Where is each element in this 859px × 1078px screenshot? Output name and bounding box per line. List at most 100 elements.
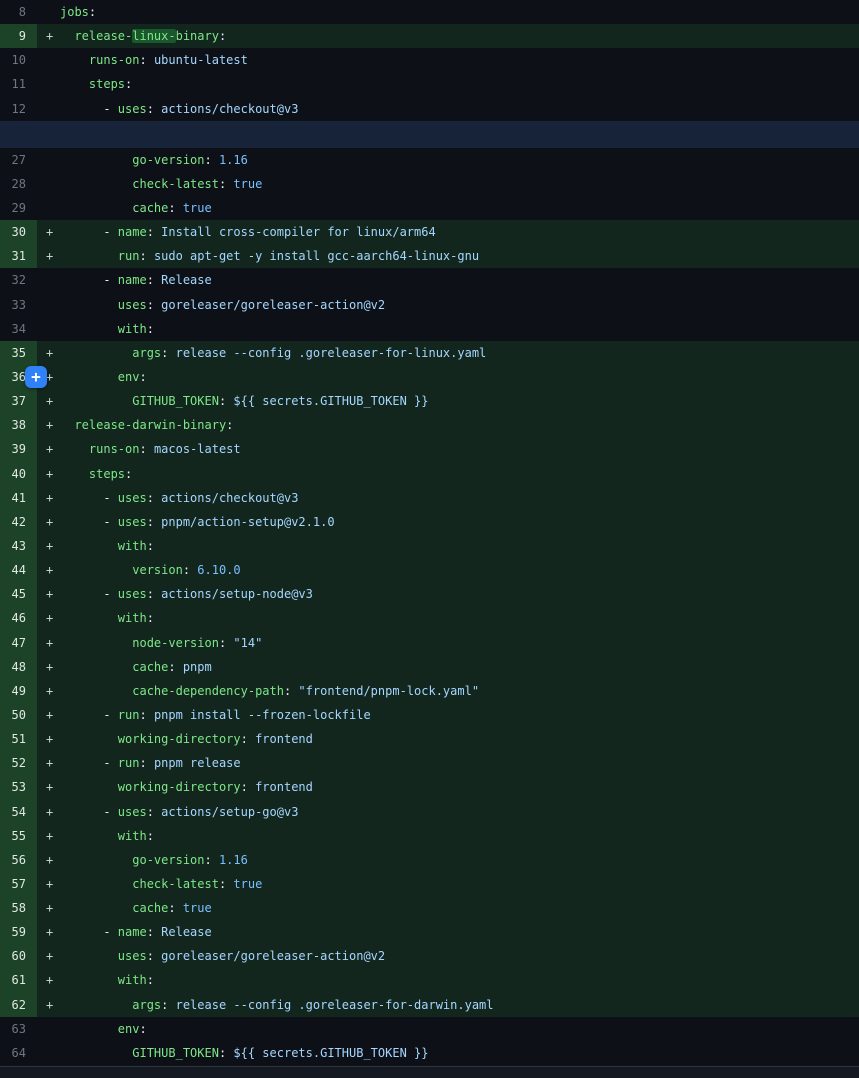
diff-line-row: 38 + release-darwin-binary:	[0, 413, 859, 437]
diff-marker	[37, 268, 60, 292]
diff-marker: +	[37, 727, 60, 751]
line-number[interactable]: 32	[0, 268, 37, 292]
code-segment: :	[147, 273, 161, 287]
diff-marker: +	[37, 582, 60, 606]
code-segment: actions/setup-go@v3	[161, 805, 298, 819]
line-number[interactable]: 27	[0, 148, 37, 172]
line-number[interactable]: 11	[0, 72, 37, 96]
line-number[interactable]: 62	[0, 993, 37, 1017]
line-number[interactable]: 51	[0, 727, 37, 751]
code-line: runs-on: ubuntu-latest	[60, 48, 859, 72]
diff-marker: +	[37, 462, 60, 486]
diff-marker	[37, 293, 60, 317]
diff-marker	[37, 1041, 60, 1065]
code-segment: :	[241, 732, 255, 746]
line-number[interactable]: 12	[0, 97, 37, 121]
code-segment: pnpm	[183, 660, 212, 674]
code-line: cache: true	[60, 896, 859, 920]
diff-marker: +	[37, 920, 60, 944]
diff-marker	[37, 72, 60, 96]
line-number[interactable]: 34	[0, 317, 37, 341]
code-segment: jobs	[60, 5, 89, 19]
code-segment: node-version	[132, 636, 219, 650]
line-number[interactable]: 59	[0, 920, 37, 944]
line-number[interactable]: 53	[0, 775, 37, 799]
code-line: node-version: "14"	[60, 631, 859, 655]
code-segment: uses	[118, 102, 147, 116]
diff-line-row: 30 + - name: Install cross-compiler for …	[0, 220, 859, 244]
line-number[interactable]: 47	[0, 631, 37, 655]
code-segment: :	[147, 805, 161, 819]
code-segment: 1.16	[219, 153, 248, 167]
code-line: steps:	[60, 462, 859, 486]
code-segment: true	[183, 901, 212, 915]
line-number[interactable]: 61	[0, 968, 37, 992]
line-number[interactable]: 30	[0, 220, 37, 244]
code-segment: run	[118, 708, 140, 722]
code-segment: -	[60, 225, 118, 239]
line-number[interactable]: 44	[0, 558, 37, 582]
code-line: - name: Release	[60, 268, 859, 292]
code-segment: :	[147, 587, 161, 601]
line-number[interactable]: 28	[0, 172, 37, 196]
code-segment: :	[125, 77, 132, 91]
line-number[interactable]: 40	[0, 462, 37, 486]
code-segment: actions/setup-node@v3	[161, 587, 313, 601]
code-segment: -	[60, 756, 118, 770]
line-number[interactable]: 43	[0, 534, 37, 558]
code-segment: :	[219, 1046, 233, 1060]
code-segment: :	[147, 539, 154, 553]
line-number[interactable]: 49	[0, 679, 37, 703]
add-comment-button[interactable]: +	[25, 366, 47, 388]
line-number[interactable]: 54	[0, 800, 37, 824]
line-number[interactable]: 58	[0, 896, 37, 920]
line-number[interactable]: 8	[0, 0, 37, 24]
code-segment: :	[161, 346, 175, 360]
line-number[interactable]: 37	[0, 389, 37, 413]
line-number[interactable]: 35	[0, 341, 37, 365]
line-number[interactable]: 48	[0, 655, 37, 679]
diff-line-row: 11 steps:	[0, 72, 859, 96]
code-segment: cache	[132, 901, 168, 915]
code-segment: release --config .goreleaser-for-darwin.…	[176, 998, 494, 1012]
line-number[interactable]: 10	[0, 48, 37, 72]
diff-marker: +	[37, 220, 60, 244]
line-number[interactable]: 50	[0, 703, 37, 727]
diff-line-row: 41 + - uses: actions/checkout@v3	[0, 486, 859, 510]
diff-marker: +	[37, 244, 60, 268]
line-number[interactable]: 41	[0, 486, 37, 510]
line-number[interactable]: 60	[0, 944, 37, 968]
line-number[interactable]: 33	[0, 293, 37, 317]
line-number[interactable]: 39	[0, 437, 37, 461]
code-segment: :	[139, 370, 146, 384]
diff-line-row: 53 + working-directory: frontend	[0, 775, 859, 799]
diff-view: 8 jobs: 9 + release-linux-binary: 10 run…	[0, 0, 859, 1078]
code-segment	[60, 611, 118, 625]
line-number[interactable]: 29	[0, 196, 37, 220]
code-segment: uses	[118, 491, 147, 505]
line-number[interactable]: 55	[0, 824, 37, 848]
diff-marker	[37, 97, 60, 121]
expand-hunk-row[interactable]	[0, 121, 859, 148]
line-number[interactable]: 56	[0, 848, 37, 872]
line-number[interactable]: 42	[0, 510, 37, 534]
line-number[interactable]: 57	[0, 872, 37, 896]
diff-line-row: 44 + version: 6.10.0	[0, 558, 859, 582]
code-segment	[60, 1046, 132, 1060]
diff-marker: +	[37, 679, 60, 703]
code-segment: args	[132, 346, 161, 360]
code-segment: frontend	[255, 780, 313, 794]
line-number[interactable]: 63	[0, 1017, 37, 1041]
line-number[interactable]: 38	[0, 413, 37, 437]
line-number[interactable]: 52	[0, 751, 37, 775]
line-number[interactable]: 9	[0, 24, 37, 48]
code-line: GITHUB_TOKEN: ${{ secrets.GITHUB_TOKEN }…	[60, 1041, 859, 1065]
line-number[interactable]: 31	[0, 244, 37, 268]
diff-line-row: 46 + with:	[0, 606, 859, 630]
diff-line-row: 64 GITHUB_TOKEN: ${{ secrets.GITHUB_TOKE…	[0, 1041, 859, 1065]
line-number[interactable]: 46	[0, 606, 37, 630]
line-number[interactable]: 45	[0, 582, 37, 606]
code-segment	[60, 949, 118, 963]
diff-marker	[37, 48, 60, 72]
line-number[interactable]: 64	[0, 1041, 37, 1065]
